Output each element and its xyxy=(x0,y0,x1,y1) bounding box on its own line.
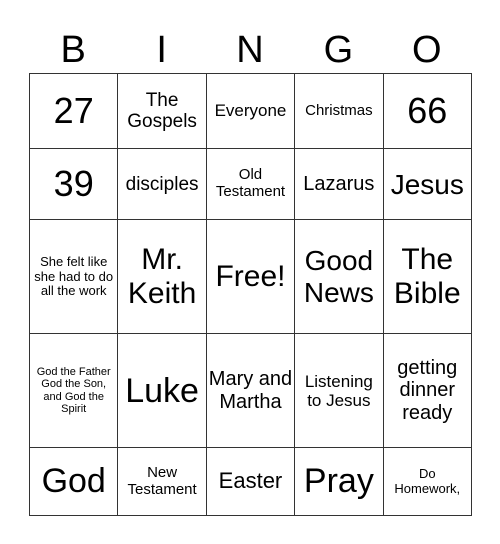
bingo-cell[interactable]: The Bible xyxy=(382,219,473,335)
bingo-cell[interactable]: Mr. Keith xyxy=(117,219,207,335)
bingo-cell[interactable]: Everyone xyxy=(205,73,296,149)
bingo-cell[interactable]: Do Homework, xyxy=(382,447,473,516)
bingo-cell[interactable]: God the Father God the Son, and God the … xyxy=(28,333,119,449)
bingo-cell[interactable]: Good News xyxy=(294,219,384,335)
header-letter-i: I xyxy=(156,29,167,71)
bingo-header: B I N G O xyxy=(29,27,471,73)
bingo-cell[interactable]: Jesus xyxy=(382,147,473,221)
bingo-cell[interactable]: Pray xyxy=(294,447,384,516)
bingo-row: God New Testament Easter Pray Do Homework, xyxy=(28,447,473,516)
bingo-cell[interactable]: Old Testament xyxy=(205,147,296,221)
bingo-cell[interactable]: Lazarus xyxy=(294,147,384,221)
header-letter-n: N xyxy=(236,29,264,71)
bingo-cell[interactable]: Christmas xyxy=(294,73,384,149)
bingo-cell[interactable]: God xyxy=(28,447,119,516)
bingo-cell[interactable]: New Testament xyxy=(117,447,207,516)
header-letter-b: B xyxy=(60,29,86,71)
bingo-cell[interactable]: 39 xyxy=(28,147,119,221)
header-letter-o: O xyxy=(412,29,442,71)
bingo-cell[interactable]: Easter xyxy=(205,447,296,516)
bingo-row: 39 disciples Old Testament Lazarus Jesus xyxy=(28,147,473,221)
header-letter-g: G xyxy=(323,29,354,71)
bingo-cell[interactable]: Mary and Martha xyxy=(205,333,296,449)
bingo-cell[interactable]: Listening to Jesus xyxy=(294,333,384,449)
bingo-cell[interactable]: disciples xyxy=(117,147,207,221)
bingo-cell[interactable]: She felt like she had to do all the work xyxy=(28,219,119,335)
bingo-cell[interactable]: Free! xyxy=(205,219,296,335)
bingo-cell[interactable]: The Gospels xyxy=(117,73,207,149)
bingo-row: 27 The Gospels Everyone Christmas 66 xyxy=(28,73,473,149)
bingo-cell[interactable]: 27 xyxy=(28,73,119,149)
bingo-cell[interactable]: 66 xyxy=(382,73,473,149)
bingo-cell[interactable]: getting dinner ready xyxy=(382,333,473,449)
bingo-row: She felt like she had to do all the work… xyxy=(28,219,473,335)
bingo-grid: 27 The Gospels Everyone Christmas 66 39 discip… xyxy=(28,73,473,516)
bingo-row: God the Father God the Son, and God the … xyxy=(28,333,473,449)
bingo-cell[interactable]: Luke xyxy=(117,333,207,449)
